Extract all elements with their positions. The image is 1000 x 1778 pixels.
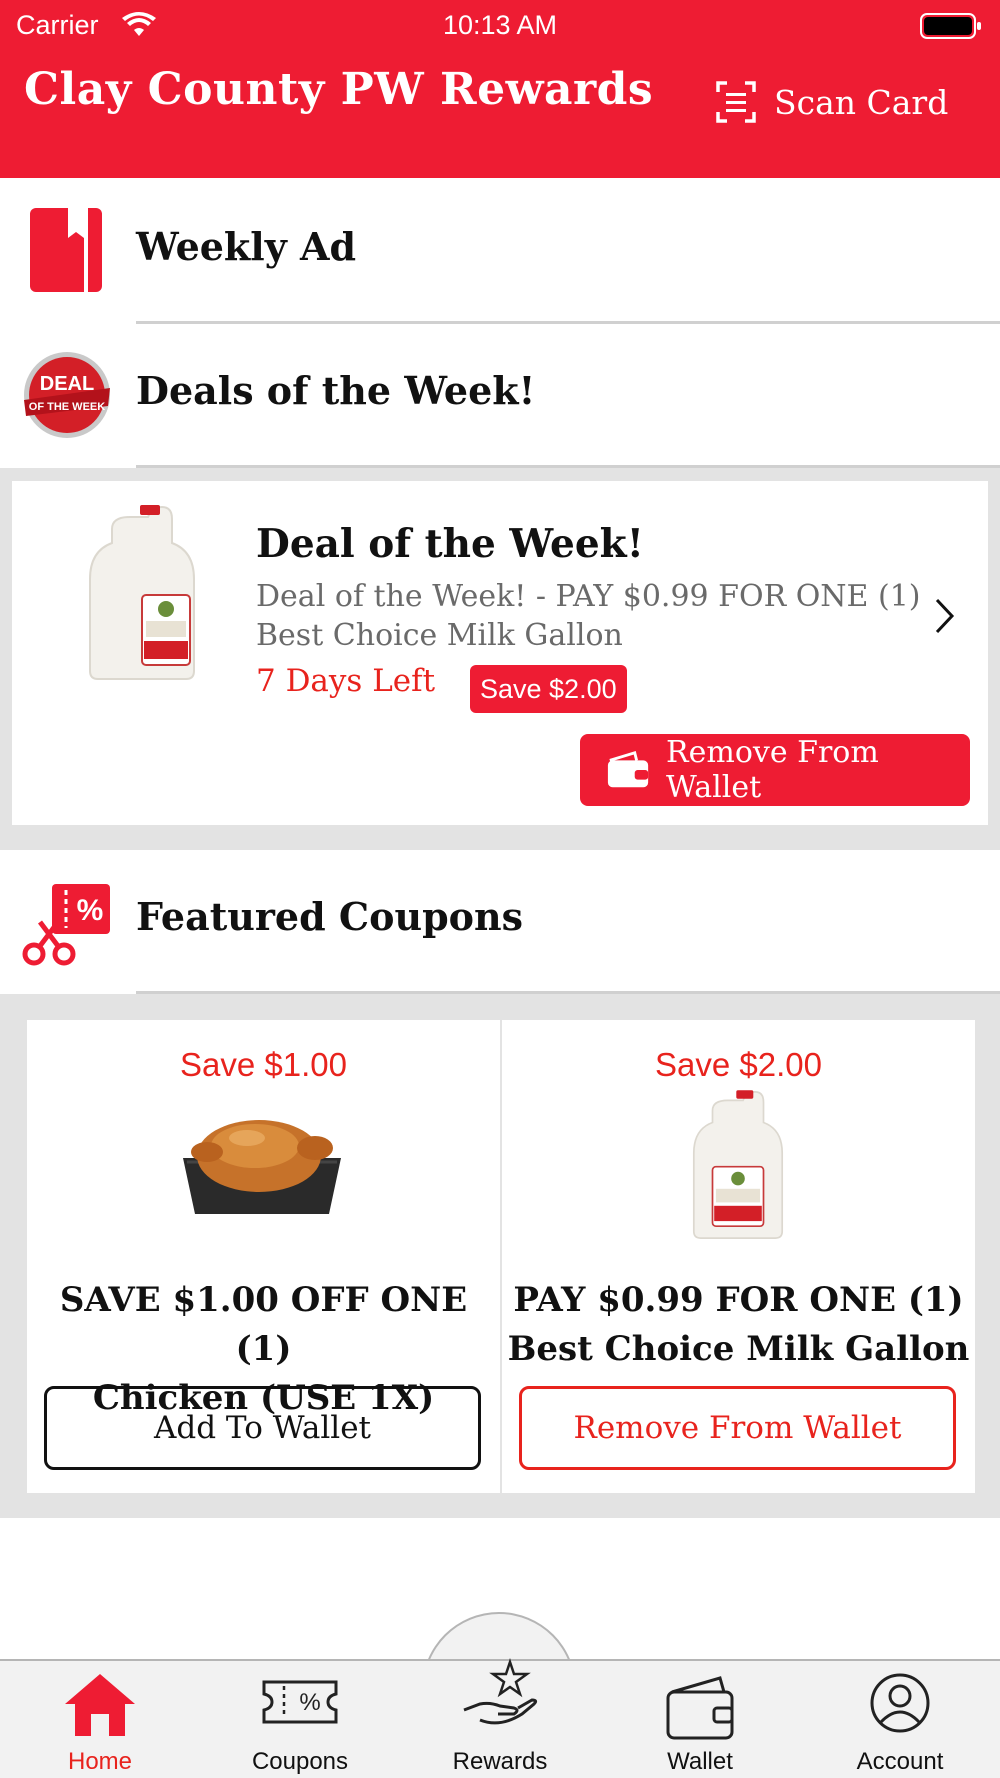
coupon-save-amount: Save $2.00: [655, 1046, 822, 1083]
battery-icon: [920, 12, 982, 47]
rotisserie-chicken-image: [177, 1108, 347, 1222]
tab-label: Wallet: [667, 1748, 733, 1775]
tab-rewards[interactable]: Rewards: [400, 1658, 600, 1778]
remove-from-wallet-button[interactable]: Remove From Wallet: [519, 1386, 956, 1470]
tab-label: Coupons: [251, 1748, 349, 1775]
deal-card[interactable]: Deal of the Week! Deal of the Week! - PA…: [12, 481, 988, 825]
scan-card-button[interactable]: Scan Card: [716, 78, 948, 126]
coupon-card[interactable]: Save $2.00 PAY $0.99 FOR ONE (1) Best Ch…: [502, 1020, 975, 1493]
rewards-icon: [463, 1658, 538, 1725]
wallet-icon: [666, 1676, 734, 1740]
app-header: Carrier 10:13 AM Clay County PW Rewards …: [0, 0, 1000, 178]
status-bar: Carrier 10:13 AM: [0, 8, 1000, 44]
days-left: 7 Days Left: [256, 663, 436, 699]
chevron-right-icon[interactable]: [934, 597, 956, 639]
deal-description: Deal of the Week! - PAY $0.99 FOR ONE (1…: [256, 579, 921, 653]
coupon-save-amount: Save $1.00: [180, 1046, 347, 1083]
wallet-icon: [607, 750, 649, 788]
tab-coupons[interactable]: % Coupons: [200, 1672, 400, 1778]
tab-wallet[interactable]: Wallet: [600, 1672, 800, 1778]
coupon-scissors-icon: %: [22, 882, 112, 970]
coupon-description-line1: PAY $0.99 FOR ONE (1): [513, 1280, 964, 1320]
add-to-wallet-button[interactable]: Add To Wallet: [44, 1386, 481, 1470]
deals-of-week-row[interactable]: DEAL OF THE WEEK Deals of the Week!: [0, 324, 1000, 468]
featured-coupons-label: Featured Coupons: [136, 894, 524, 939]
deals-of-week-label: Deals of the Week!: [136, 368, 536, 413]
coupon-card[interactable]: Save $1.00 SAVE $1.00 OFF ONE (1) Chicke…: [27, 1020, 500, 1493]
tab-home[interactable]: Home: [0, 1672, 200, 1778]
home-icon: [65, 1674, 135, 1736]
coupon-icon: %: [262, 1680, 338, 1724]
app-title: Clay County PW Rewards: [24, 64, 654, 115]
milk-gallon-image: [82, 503, 202, 687]
coupon-description-line1: SAVE $1.00 OFF ONE (1): [59, 1280, 468, 1369]
featured-coupons-row[interactable]: % Featured Coupons: [0, 850, 1000, 994]
tab-label: Account: [856, 1748, 944, 1775]
tab-label: Rewards: [452, 1748, 548, 1775]
svg-text:%: %: [299, 1689, 320, 1716]
scan-icon: [716, 81, 756, 123]
svg-text:OF THE WEEK: OF THE WEEK: [29, 401, 105, 413]
svg-text:%: %: [77, 894, 104, 927]
remove-from-wallet-label: Remove From Wallet: [666, 735, 879, 805]
save-badge: Save $2.00: [470, 665, 627, 713]
weekly-ad-row[interactable]: Weekly Ad: [0, 178, 1000, 324]
tab-label: Home: [67, 1748, 133, 1775]
weekly-ad-label: Weekly Ad: [136, 224, 357, 269]
scan-card-label: Scan Card: [774, 82, 949, 122]
svg-text:DEAL: DEAL: [40, 373, 94, 395]
coupon-description: PAY $0.99 FOR ONE (1) Best Choice Milk G…: [502, 1276, 975, 1374]
milk-gallon-image: [687, 1080, 789, 1254]
tab-account[interactable]: Account: [800, 1672, 1000, 1778]
clock: 10:13 AM: [442, 10, 558, 40]
coupon-description-line2: Best Choice Milk Gallon: [507, 1329, 970, 1369]
account-icon: [870, 1673, 930, 1733]
deal-title: Deal of the Week!: [256, 521, 644, 567]
book-icon: [22, 204, 110, 300]
remove-from-wallet-button[interactable]: Remove From Wallet: [580, 734, 970, 806]
deal-of-the-week-badge-icon: DEAL OF THE WEEK: [22, 350, 112, 444]
